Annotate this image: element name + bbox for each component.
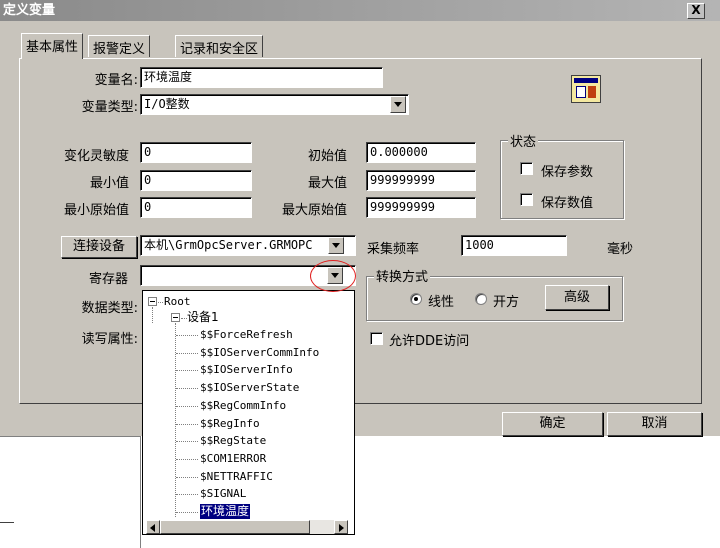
close-button[interactable]: X	[687, 3, 705, 19]
browse-variable-icon[interactable]	[571, 75, 601, 103]
collapse-icon[interactable]	[171, 313, 180, 322]
max-value-input[interactable]: 999999999	[366, 170, 476, 191]
tree-hscrollbar[interactable]	[146, 520, 348, 534]
allow-dde-checkbox[interactable]	[370, 332, 383, 345]
min-raw-label: 最小原始值	[63, 203, 129, 218]
tree-item[interactable]: 环境温度	[200, 504, 251, 519]
sample-rate-input[interactable]: 1000	[461, 235, 567, 256]
collapse-icon[interactable]	[148, 297, 157, 306]
var-type-select[interactable]: I/O整数	[140, 94, 409, 115]
sample-rate-unit: 毫秒	[607, 242, 634, 257]
lower-divider	[0, 436, 140, 437]
tab-basic-properties[interactable]: 基本属性	[21, 33, 84, 59]
connect-device-button[interactable]: 连接设备	[61, 236, 137, 258]
tree-connector	[176, 423, 198, 425]
var-name-label: 变量名:	[94, 73, 138, 88]
device-dropdown-arrow[interactable]	[328, 237, 344, 254]
sqrt-label: 开方	[493, 295, 520, 310]
tree-item[interactable]: $$IOServerState	[200, 380, 299, 395]
device-value: 本机\GrmOpcServer.GRMOPC	[144, 238, 313, 252]
tree-connector	[176, 476, 198, 478]
initial-value-label: 初始值	[307, 149, 347, 164]
tree-connector	[176, 335, 198, 336]
tab-records-security[interactable]: 记录和安全区	[175, 35, 264, 57]
advanced-button[interactable]: 高级	[545, 285, 609, 310]
lower-vertical-divider	[140, 436, 141, 548]
var-name-input[interactable]: 环境温度	[140, 67, 383, 88]
tree-root[interactable]: Root	[164, 294, 191, 309]
tree-connector	[176, 405, 198, 407]
tree-item[interactable]: $SIGNAL	[200, 486, 246, 501]
tree-device[interactable]: 设备1	[187, 310, 219, 325]
tree-connector	[176, 494, 198, 496]
annotation-circle	[310, 260, 356, 292]
allow-dde-label: 允许DDE访问	[389, 334, 470, 349]
tree-connector	[176, 458, 198, 460]
max-raw-label: 最大原始值	[281, 203, 347, 218]
scroll-right-button[interactable]	[334, 520, 348, 534]
window-title: 定义变量	[3, 3, 56, 18]
tree-item[interactable]: $$RegInfo	[200, 416, 260, 431]
tree-item[interactable]: $$RegState	[200, 433, 266, 448]
tree-item[interactable]: $$ForceRefresh	[200, 327, 293, 342]
tree-connector	[158, 302, 163, 303]
tree-item[interactable]: $COM1ERROR	[200, 451, 266, 466]
tree-connector	[176, 512, 198, 513]
initial-value-input[interactable]: 0.000000	[366, 142, 476, 163]
tree-item[interactable]: $NETTRAFFIC	[200, 469, 273, 484]
edge-mark	[0, 522, 14, 523]
tree-connector	[152, 307, 153, 323]
linear-label: 线性	[428, 295, 455, 310]
save-params-checkbox[interactable]	[520, 162, 533, 175]
save-value-checkbox[interactable]	[520, 193, 533, 206]
tree-item[interactable]: $$IOServerCommInfo	[200, 345, 319, 360]
title-bar: 定义变量	[0, 0, 720, 21]
rw-attribute-label: 读写属性:	[81, 332, 138, 347]
sqrt-radio[interactable]	[475, 293, 487, 305]
tree-item[interactable]: $$IOServerInfo	[200, 362, 293, 377]
tree-connector	[176, 352, 198, 354]
save-params-label: 保存参数	[541, 165, 594, 180]
max-raw-input[interactable]: 999999999	[366, 197, 476, 218]
data-type-label: 数据类型:	[81, 301, 138, 316]
sample-rate-label: 采集频率	[367, 242, 420, 257]
register-tree-dropdown[interactable]: Root 设备1 $$ForceRefresh $$IOServerCommInf…	[142, 290, 355, 535]
scroll-left-button[interactable]	[146, 520, 160, 534]
scroll-thumb[interactable]	[160, 520, 310, 534]
tree-connector	[176, 370, 198, 372]
var-type-value: I/O整数	[144, 97, 190, 111]
var-type-label: 变量类型:	[81, 100, 138, 115]
status-group-title: 状态	[508, 131, 539, 150]
sensitivity-label: 变化灵敏度	[63, 149, 129, 164]
device-select[interactable]: 本机\GrmOpcServer.GRMOPC	[140, 235, 356, 256]
conversion-group-title: 转换方式	[374, 266, 431, 285]
min-raw-input[interactable]: 0	[140, 197, 252, 218]
tab-alarm-definition[interactable]: 报警定义	[88, 35, 151, 57]
tree-connector	[176, 388, 198, 390]
tree-connector	[176, 441, 198, 443]
min-value-input[interactable]: 0	[140, 170, 252, 191]
ok-button[interactable]: 确定	[502, 412, 603, 436]
min-value-label: 最小值	[89, 176, 129, 191]
max-value-label: 最大值	[307, 176, 347, 191]
tree-item[interactable]: $$RegCommInfo	[200, 398, 286, 413]
linear-radio[interactable]	[410, 293, 422, 305]
sensitivity-input[interactable]: 0	[140, 142, 252, 163]
save-value-label: 保存数值	[541, 196, 594, 211]
cancel-button[interactable]: 取消	[607, 412, 702, 436]
register-label: 寄存器	[88, 272, 128, 287]
var-type-dropdown-arrow[interactable]	[390, 96, 406, 113]
